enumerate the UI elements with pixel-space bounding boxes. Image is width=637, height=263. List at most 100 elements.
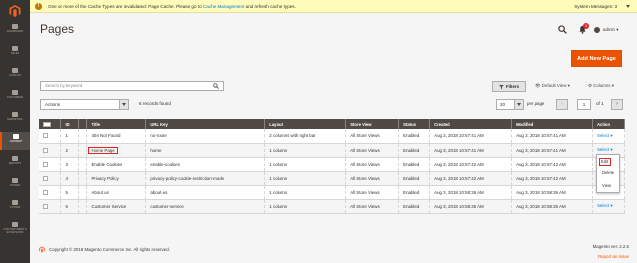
- cell-layout: 1 column: [269, 161, 288, 167]
- cell-modified: Aug 3, 2018 10:57:41 AM: [516, 133, 566, 139]
- cell-status: Enabled: [403, 175, 420, 181]
- cell-title: Home Page: [88, 146, 118, 154]
- sidebar-item-customers[interactable]: CUSTOMERS: [0, 88, 30, 106]
- keyword-search-input[interactable]: Search by keyword: [40, 81, 224, 91]
- sidebar-item-stores[interactable]: STORES: [0, 176, 30, 194]
- cell-created: Aug 3, 2018 10:57:42 AM: [434, 175, 484, 181]
- table-row[interactable]: 2 Home Page home 1 column All Store Views Ena…: [39, 143, 626, 158]
- copyright-text: Copyright © 2018 Magento Commerce Inc. A…: [49, 247, 170, 252]
- magento-logo-icon: [39, 246, 45, 253]
- table-row[interactable]: 5 About us about-us 1 column All Store Views…: [39, 185, 626, 200]
- current-page-input[interactable]: 1: [577, 99, 591, 110]
- column-header[interactable]: [39, 119, 62, 129]
- sidebar-item-reports[interactable]: REPORTS: [0, 154, 30, 172]
- row-checkbox[interactable]: [43, 147, 48, 153]
- column-header[interactable]: ID: [60, 119, 80, 129]
- cell-modified: Aug 3, 2018 10:57:41 AM: [516, 147, 566, 153]
- page-title: Pages: [40, 22, 75, 36]
- action-view[interactable]: View: [597, 179, 619, 192]
- next-page-button[interactable]: ›: [611, 99, 623, 110]
- row-checkbox[interactable]: [43, 175, 48, 181]
- row-action-select[interactable]: Select ▾: [597, 133, 613, 138]
- sidebar-item-dashboard[interactable]: DASHBOARD: [0, 22, 30, 40]
- cell-id: 4: [65, 175, 68, 181]
- column-header[interactable]: Modified: [511, 119, 593, 129]
- row-action-select[interactable]: Select ▾: [597, 147, 613, 152]
- chevron-down-icon: [119, 100, 128, 109]
- column-header[interactable]: URL Key: [145, 119, 266, 129]
- sidebar-item-marketing[interactable]: MARKETING: [0, 110, 30, 128]
- sidebar-item-system[interactable]: SYSTEM: [0, 198, 30, 216]
- columns-dropdown[interactable]: ⚙ Columns ▾: [588, 83, 614, 89]
- cache-management-link[interactable]: Cache Management: [203, 4, 244, 9]
- action-edit[interactable]: Edit: [599, 158, 611, 166]
- table-row[interactable]: 6 Customer Service customer-service 1 colum…: [39, 199, 626, 214]
- previous-page-button[interactable]: ‹: [556, 99, 568, 110]
- chevron-down-icon: [514, 100, 523, 109]
- per-page-select[interactable]: 20: [496, 99, 524, 110]
- cell-title: Customer Service: [91, 203, 127, 209]
- cell-modified: Aug 3, 2018 10:57:42 AM: [516, 161, 566, 167]
- row-checkbox[interactable]: [43, 161, 48, 167]
- report-issue-link[interactable]: Report an Issue: [598, 254, 629, 259]
- magento-logo-icon[interactable]: [9, 5, 21, 17]
- search-icon[interactable]: [213, 83, 219, 89]
- cell-status: Enabled: [403, 133, 420, 139]
- cell-layout: 1 column: [269, 147, 288, 153]
- nav-icon: [12, 46, 18, 51]
- version-text: Magento ver. 2.2.5: [592, 244, 629, 249]
- row-checkbox[interactable]: [43, 133, 48, 139]
- admin-user-menu[interactable]: admin ▾: [594, 25, 618, 34]
- filter-icon: [498, 84, 504, 89]
- cell-url-key: customer-service: [150, 203, 184, 209]
- cell-layout: 1 column: [269, 175, 288, 181]
- row-action-select[interactable]: Select ▾: [597, 203, 613, 208]
- per-page-label: per page: [527, 101, 545, 106]
- cell-store: All Store Views: [350, 175, 380, 181]
- column-header[interactable]: Layout: [264, 119, 347, 129]
- cell-status: Enabled: [403, 161, 420, 167]
- cell-url-key: no-route: [150, 133, 167, 139]
- cell-id: 3: [65, 161, 68, 167]
- column-header[interactable]: Title: [86, 119, 147, 129]
- column-header[interactable]: [78, 119, 88, 129]
- table-row[interactable]: 4 Privacy Policy privacy-policy-cookie-res…: [39, 171, 626, 186]
- default-view-dropdown[interactable]: 👁 Default View ▾: [535, 83, 570, 89]
- column-header[interactable]: Action: [592, 119, 626, 129]
- sidebar-item-content[interactable]: CONTENT: [0, 132, 30, 150]
- chevron-down-icon[interactable]: [626, 5, 630, 8]
- notification-count-badge: 3: [583, 23, 589, 29]
- search-icon[interactable]: [558, 25, 567, 34]
- total-pages-label: of 1: [596, 101, 604, 106]
- row-checkbox[interactable]: [43, 203, 48, 209]
- table-row[interactable]: 1 404 Not Found no-route 2 columns with rig…: [39, 129, 626, 144]
- sidebar-item-find-partners-extensions[interactable]: FIND PARTNERS & EXTENSIONS: [0, 220, 30, 238]
- cell-title: Enable Cookies: [91, 161, 123, 167]
- add-new-page-button[interactable]: Add New Page: [571, 50, 622, 67]
- admin-sidebar: DASHBOARD SALES CATALOG CUSTOMERS MARKETING C…: [0, 0, 30, 263]
- cell-url-key: privacy-policy-cookie-restriction-mode: [150, 175, 225, 181]
- cell-store: All Store Views: [350, 147, 380, 153]
- sidebar-item-sales[interactable]: SALES: [0, 44, 30, 62]
- filters-button[interactable]: Filters: [492, 81, 526, 92]
- cell-modified: Aug 3, 2018 10:58:36 AM: [516, 203, 566, 209]
- system-messages-toggle[interactable]: System Messages: 3: [574, 0, 617, 13]
- column-header[interactable]: Created: [429, 119, 513, 129]
- action-delete[interactable]: Delete: [597, 166, 619, 179]
- cell-created: Aug 3, 2018 10:57:42 AM: [434, 161, 484, 167]
- nav-icon: [12, 200, 18, 205]
- cell-id: 6: [65, 203, 68, 209]
- row-checkbox[interactable]: [43, 189, 48, 195]
- select-all-checkbox[interactable]: [43, 121, 51, 127]
- table-row[interactable]: 3 Enable Cookies enable-cookies 1 column All…: [39, 157, 626, 172]
- cell-modified: Aug 3, 2018 10:58:36 AM: [516, 189, 566, 195]
- cell-url-key: enable-cookies: [150, 161, 180, 167]
- cell-url-key: about-us: [150, 189, 168, 195]
- nav-icon: [12, 90, 18, 95]
- cell-created: Aug 3, 2018 10:57:41 AM: [434, 133, 484, 139]
- column-header[interactable]: Status: [398, 119, 431, 129]
- mass-actions-select[interactable]: Actions: [40, 99, 129, 110]
- sidebar-item-catalog[interactable]: CATALOG: [0, 66, 30, 84]
- column-header[interactable]: Store View: [345, 119, 400, 129]
- cell-store: All Store Views: [350, 133, 380, 139]
